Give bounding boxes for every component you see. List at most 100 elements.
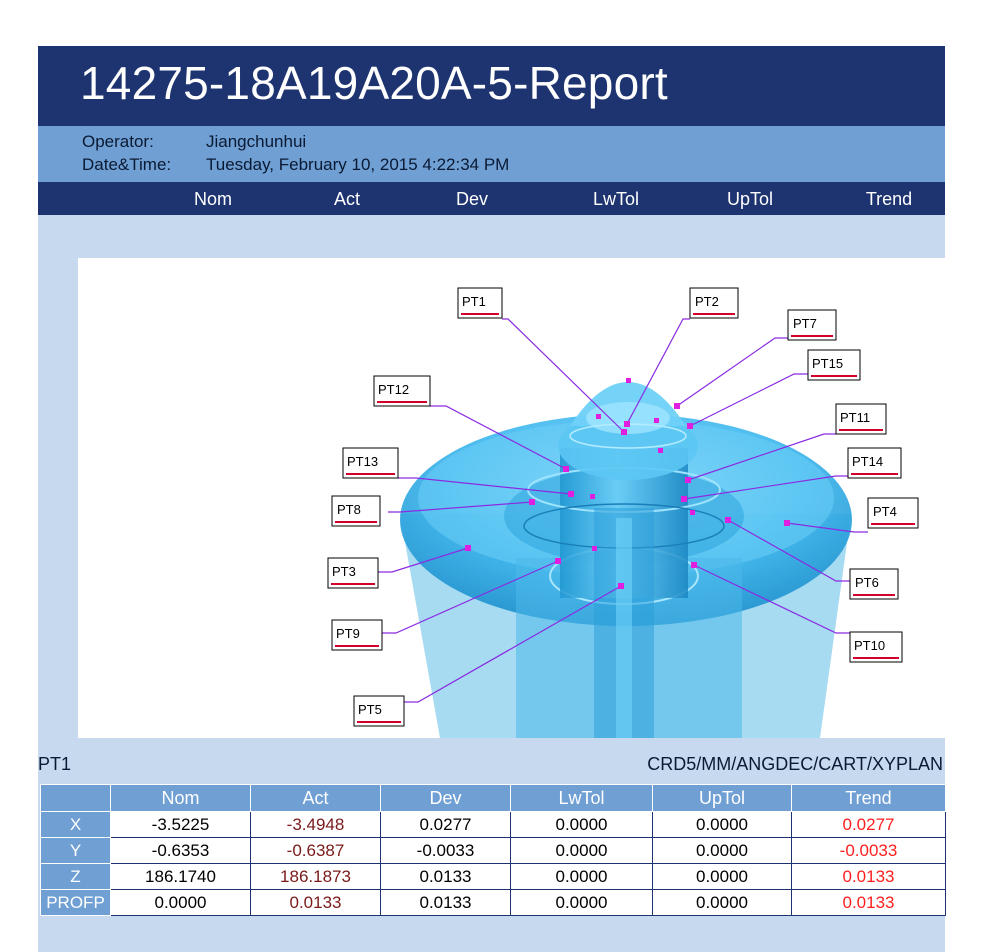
row-axis-label: Y [40, 837, 111, 864]
point-label-pt6: PT6 [849, 568, 899, 600]
svg-text:PT1: PT1 [462, 294, 486, 309]
col-header-nom: Nom [193, 189, 233, 209]
cell-lwtol: 0.0000 [510, 889, 653, 916]
part-cad-view: PT1 PT2 PT7 PT15 PT12 PT11 PT13 PT14 PT8… [327, 287, 919, 738]
row-axis-label: Z [40, 863, 111, 890]
table-header-trend: Trend [791, 784, 946, 812]
cell-lwtol: 0.0000 [510, 863, 653, 890]
point-label-pt2: PT2 [689, 287, 739, 319]
marker-pt9 [555, 558, 561, 564]
column-header-bar: Nom Act Dev LwTol UpTol Trend [38, 182, 945, 215]
svg-text:PT10: PT10 [854, 638, 885, 653]
svg-text:PT14: PT14 [852, 454, 883, 469]
marker-pt1 [621, 429, 627, 435]
feature-name: PT1 [38, 754, 72, 774]
datetime-label: Date&Time: [82, 155, 172, 174]
table-row: PROFP 0.0000 0.0133 0.0133 0.0000 0.0000… [40, 889, 946, 916]
col-header-trend: Trend [865, 189, 913, 209]
point-label-pt9: PT9 [331, 619, 383, 651]
cell-trend: 0.0133 [791, 863, 946, 890]
col-header-act: Act [333, 189, 361, 209]
cell-dev: 0.0133 [380, 889, 511, 916]
svg-text:PT13: PT13 [347, 454, 378, 469]
table-header-lwtol: LwTol [510, 784, 653, 812]
table-row: X -3.5225 -3.4948 0.0277 0.0000 0.0000 0… [40, 811, 946, 838]
svg-text:PT8: PT8 [337, 502, 361, 517]
svg-text:PT15: PT15 [812, 356, 843, 371]
cell-dev: 0.0277 [380, 811, 511, 838]
point-label-pt3: PT3 [327, 557, 379, 589]
marker-pt8 [529, 499, 535, 505]
table-header-axis [40, 784, 111, 812]
marker-pt6 [725, 517, 731, 523]
cell-nom: -3.5225 [110, 811, 251, 838]
cell-nom: 186.1740 [110, 863, 251, 890]
point-label-pt11: PT11 [835, 403, 887, 435]
part-image-panel: PT1 PT2 PT7 PT15 PT12 PT11 PT13 PT14 PT8… [78, 258, 945, 738]
col-header-lwtol: LwTol [592, 189, 640, 209]
cell-lwtol: 0.0000 [510, 837, 653, 864]
table-header-uptol: UpTol [652, 784, 792, 812]
coordinate-system-label: CRD5/MM/ANGDEC/CART/XYPLAN [647, 754, 943, 774]
point-label-pt12: PT12 [373, 375, 431, 407]
marker-pt13 [568, 491, 574, 497]
point-label-pt4: PT4 [867, 497, 919, 529]
table-header-row: Nom Act Dev LwTol UpTol Trend [40, 784, 946, 812]
cell-uptol: 0.0000 [652, 863, 792, 890]
measurement-table: Nom Act Dev LwTol UpTol Trend X -3.5225 … [40, 784, 946, 916]
svg-text:PT2: PT2 [695, 294, 719, 309]
table-row: Y -0.6353 -0.6387 -0.0033 0.0000 0.0000 … [40, 837, 946, 864]
cell-nom: -0.6353 [110, 837, 251, 864]
cell-act: -3.4948 [250, 811, 381, 838]
report-page: 14275-18A19A20A-5-Report Operator: Jiangc… [38, 46, 946, 952]
cell-dev: 0.0133 [380, 863, 511, 890]
operator-value: Jiangchunhui [206, 132, 307, 151]
marker-pt4 [784, 520, 790, 526]
svg-text:PT3: PT3 [332, 564, 356, 579]
cell-trend: 0.0277 [791, 811, 946, 838]
cell-act: 186.1873 [250, 863, 381, 890]
marker-pt12 [563, 466, 569, 472]
col-header-uptol: UpTol [726, 189, 774, 209]
cell-trend: -0.0033 [791, 837, 946, 864]
svg-text:PT12: PT12 [378, 382, 409, 397]
table-header-nom: Nom [110, 784, 251, 812]
point-label-pt8: PT8 [331, 495, 381, 527]
marker-pt10 [691, 562, 697, 568]
marker-pt3 [465, 545, 471, 551]
cell-act: 0.0133 [250, 889, 381, 916]
point-label-pt13: PT13 [342, 447, 399, 479]
point-label-pt5: PT5 [353, 695, 405, 727]
datetime-line: Date&Time: Tuesday, February 10, 2015 4:2… [82, 155, 509, 175]
svg-text:PT7: PT7 [793, 316, 817, 331]
svg-text:PT4: PT4 [873, 504, 897, 519]
col-header-dev: Dev [455, 189, 489, 209]
row-axis-label: X [40, 811, 111, 838]
cell-act: -0.6387 [250, 837, 381, 864]
point-label-pt10: PT10 [849, 631, 903, 663]
marker-pt5 [618, 583, 624, 589]
point-label-pt1: PT1 [457, 287, 503, 319]
marker-pt14 [681, 496, 687, 502]
svg-text:PT11: PT11 [840, 410, 870, 425]
table-header-dev: Dev [380, 784, 511, 812]
report-title: 14275-18A19A20A-5-Report [80, 57, 668, 109]
table-row: Z 186.1740 186.1873 0.0133 0.0000 0.0000… [40, 863, 946, 890]
operator-label: Operator: [82, 132, 154, 151]
point-label-pt15: PT15 [807, 349, 861, 381]
svg-text:PT9: PT9 [336, 626, 360, 641]
cell-uptol: 0.0000 [652, 837, 792, 864]
marker-pt15 [687, 423, 693, 429]
point-label-pt7: PT7 [787, 309, 837, 341]
marker-pt2 [624, 421, 630, 427]
svg-text:PT5: PT5 [358, 702, 382, 717]
cell-lwtol: 0.0000 [510, 811, 653, 838]
table-header-act: Act [250, 784, 381, 812]
cell-trend: 0.0133 [791, 889, 946, 916]
row-axis-label: PROFP [40, 889, 111, 916]
cell-uptol: 0.0000 [652, 889, 792, 916]
part-body [400, 382, 852, 738]
marker-pt11 [685, 477, 691, 483]
title-bar: 14275-18A19A20A-5-Report [38, 46, 945, 126]
operator-line: Operator: Jiangchunhui [82, 132, 306, 152]
